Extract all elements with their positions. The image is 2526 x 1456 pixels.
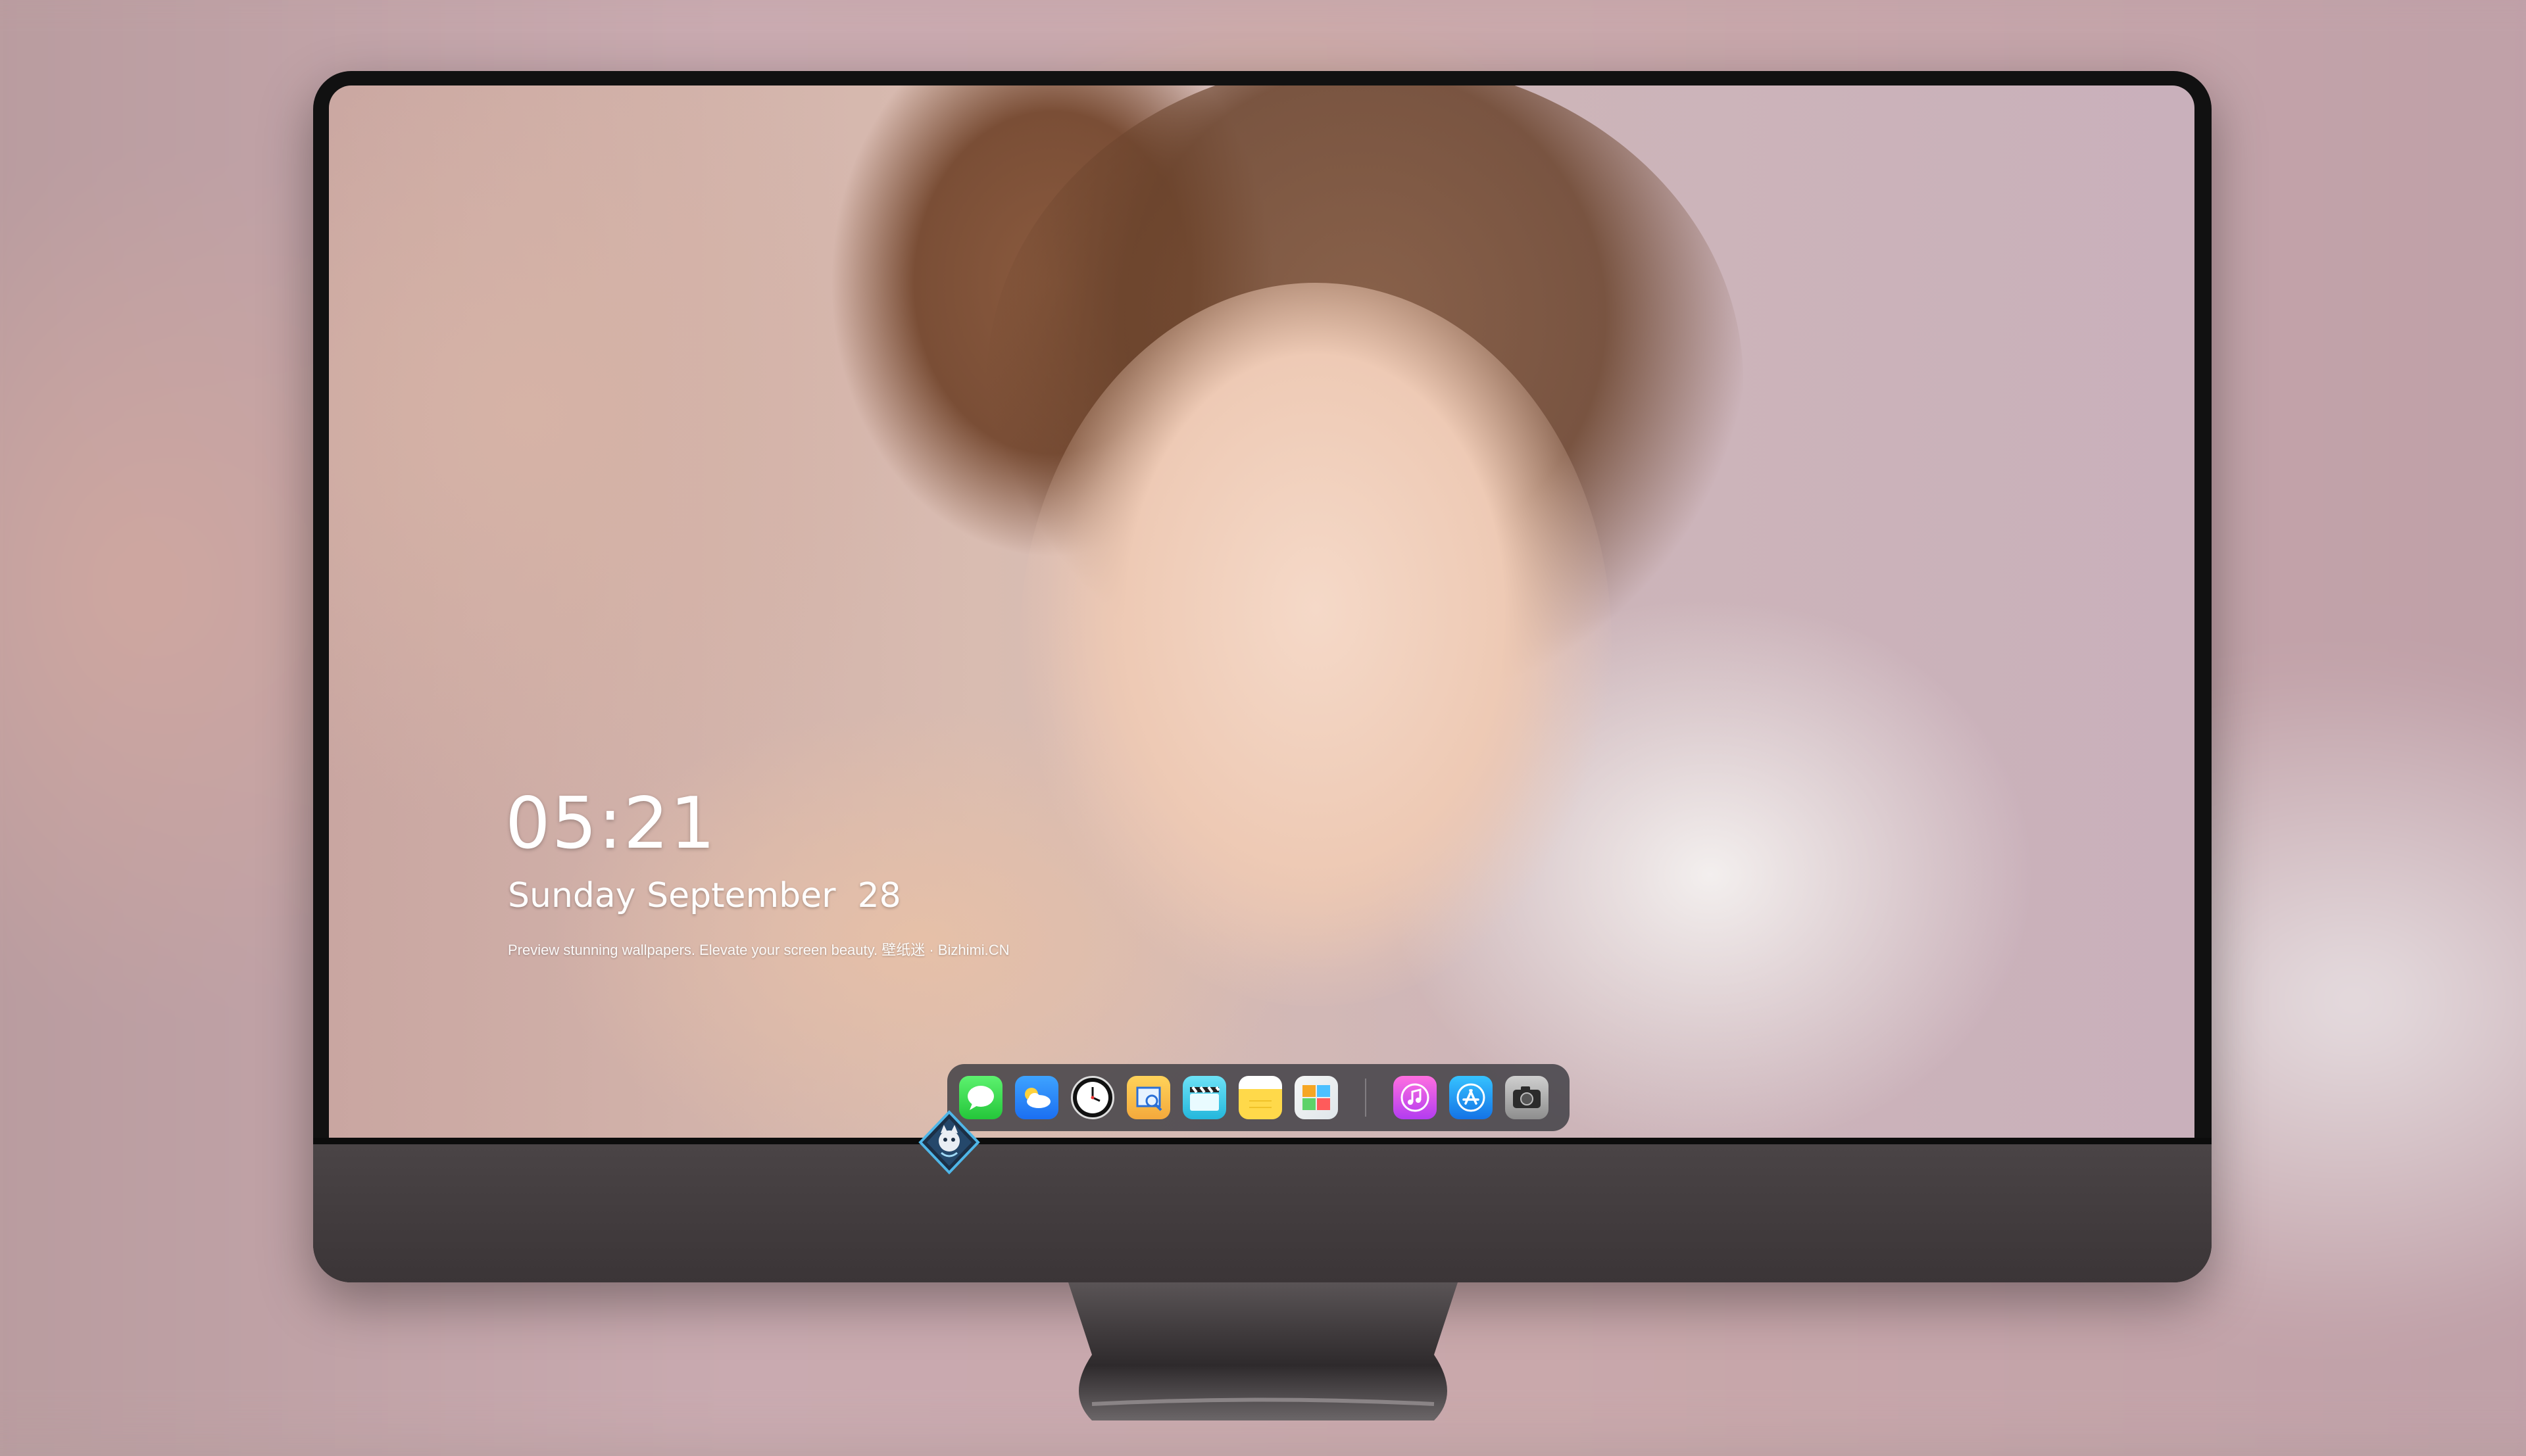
lock-date: Sunday September 28 (508, 876, 901, 915)
bizhimi-logo-icon (918, 1110, 980, 1175)
notes-icon[interactable] (1239, 1076, 1282, 1119)
monitor-chin (313, 1144, 2212, 1282)
dock-separator (1365, 1079, 1366, 1117)
dock (947, 1064, 1570, 1131)
weather-icon[interactable] (1015, 1076, 1058, 1119)
lock-time: 05:21 (505, 783, 717, 865)
camera-icon[interactable] (1505, 1076, 1548, 1119)
screen-bottom-edge (313, 1138, 2212, 1144)
photos-icon[interactable] (1295, 1076, 1338, 1119)
screen: 05:21 Sunday September 28 Preview stunni… (329, 85, 2194, 1138)
monitor-stand (1068, 1282, 1458, 1420)
wallpaper-detail (1020, 283, 1612, 1006)
clock-icon[interactable] (1071, 1076, 1114, 1119)
app-store-icon[interactable] (1449, 1076, 1493, 1119)
lock-tagline: Preview stunning wallpapers. Elevate you… (508, 942, 1010, 958)
music-icon[interactable] (1393, 1076, 1437, 1119)
clapperboard-icon[interactable] (1183, 1076, 1226, 1119)
monitor: 05:21 Sunday September 28 Preview stunni… (313, 71, 2212, 1282)
preview-icon[interactable] (1127, 1076, 1170, 1119)
